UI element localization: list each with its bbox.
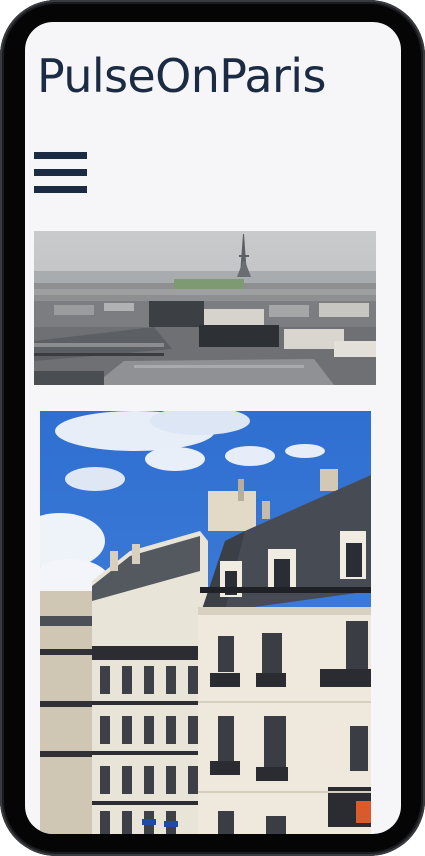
buildings-image xyxy=(40,411,371,834)
menu-button[interactable] xyxy=(34,152,87,197)
haussmann-buildings-photo[interactable] xyxy=(40,411,371,834)
hamburger-menu-icon xyxy=(34,186,87,193)
hamburger-menu-icon xyxy=(34,152,87,159)
hamburger-menu-icon xyxy=(34,169,87,176)
phone-screen: PulseOnParis xyxy=(25,22,401,834)
paris-skyline-eiffel-tower-photo[interactable] xyxy=(34,231,376,385)
skyline-image xyxy=(34,231,376,385)
site-title[interactable]: PulseOnParis xyxy=(37,48,326,104)
